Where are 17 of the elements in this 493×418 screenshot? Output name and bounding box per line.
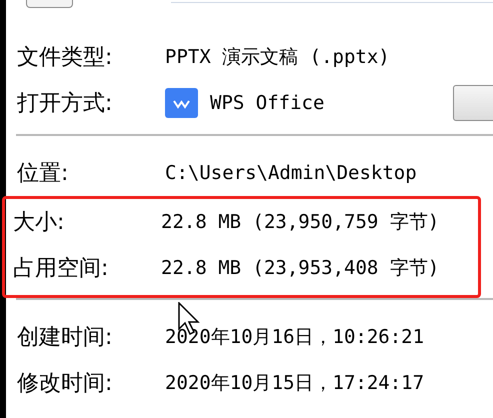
field-label: 大小: xyxy=(13,208,66,236)
field-value: 2020年10月16日，10:26:21 xyxy=(165,324,424,350)
field-label: 创建时间: xyxy=(17,324,114,352)
field-label: 位置: xyxy=(17,160,70,188)
app-logo-icon xyxy=(165,88,198,118)
field-value: C:\Users\Admin\Desktop xyxy=(165,160,417,186)
field-value: PPTX 演示文稿 (.pptx) xyxy=(165,44,390,70)
field-label: 文件类型: xyxy=(17,44,114,72)
field-value: 2020年10月15日，17:24:17 xyxy=(165,370,424,396)
name-field[interactable] xyxy=(171,0,493,3)
field-label: 占用空间: xyxy=(13,254,110,282)
field-label: 修改时间: xyxy=(17,370,114,398)
field-value: 22.8 MB (23,953,408 字节) xyxy=(161,256,440,281)
top-button[interactable] xyxy=(26,0,73,8)
field-label: 打开方式: xyxy=(17,90,114,118)
field-value: WPS Office xyxy=(210,90,324,116)
field-value: 22.8 MB (23,950,759 字节) xyxy=(161,210,440,235)
